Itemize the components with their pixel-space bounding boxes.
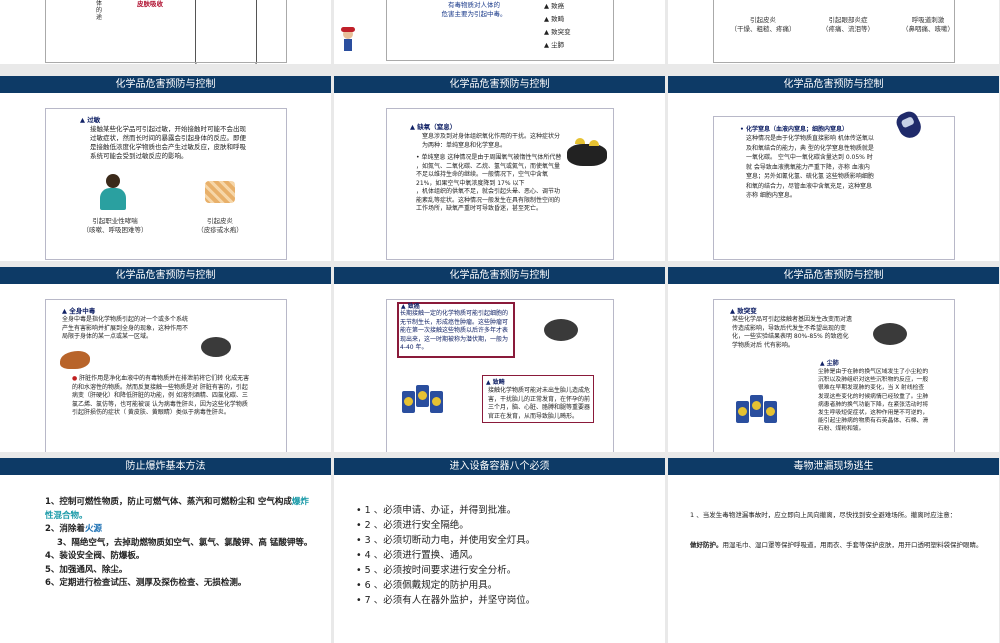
slide-r0c1[interactable]: 有毒物质对人体的 危害主要为引起中毒。 ▲ 致癌 ▲ 致畸 ▲ 致突变 ▲ 尘肺 — [334, 0, 665, 64]
skin-icon — [205, 181, 235, 203]
slide-header: 毒物泄漏现场逃生 — [668, 458, 999, 475]
bullet-item: ▲ 尘肺 — [544, 41, 565, 49]
caption-respiratory: 呼吸道刺激 （鼻咽痛、咳嗽） — [902, 16, 954, 33]
section-title-2: ▲ 尘肺 — [820, 360, 839, 367]
list-item: • 5 、必须按时间要求进行安全分析。 — [356, 565, 517, 576]
bacteria-icon — [873, 323, 907, 345]
list-item: • 6 、必须佩戴规定的防护用具。 — [356, 580, 498, 591]
body-text-1: 某些化学品可引起接触者基因发生改变而对遗传造成影响，导致后代发生不希望出现的变化… — [732, 316, 853, 349]
slide-r2c1[interactable]: 化学品危害预防与控制 ▲ 致癌 长期接触一定的化学物质可能引起细胞的无节制生长，… — [334, 267, 665, 452]
body-text-2: 尘肺是由于在肺的换气区域发生了小尘粒的沉积以及肺组织对这些沉积物的反应，一般很难… — [818, 369, 929, 433]
escape-item-1: 1 、当发生毒物泄漏事故时，应立即向上风向撤离，尽快找到安全避难场所。撤离时应注… — [690, 511, 957, 519]
list-item: • 4 、必须进行置换、通风。 — [356, 550, 479, 561]
slide-header: 化学品危害预防与控制 — [668, 267, 999, 284]
caption-eye: 引起眼部炎症 （疼痛、流泪等） — [822, 16, 874, 33]
slide-r3c2[interactable]: 毒物泄漏现场逃生 1 、当发生毒物泄漏事故时，应立即向上风向撤离，尽快找到安全避… — [668, 458, 999, 643]
list-item: 4、装设安全阀、防爆板。 — [45, 551, 145, 561]
section-title: • 化学窒息（血液内窒息；细胞内窒息） — [740, 126, 848, 133]
section-title: ▲ 过敏 — [80, 116, 101, 124]
body-text-2: • 单纯窒息 这种情况是由于周围氧气被惰性气体所代替 ，如氮气、二氧化碳、乙烷、… — [416, 154, 562, 212]
section-title-2: ▲ 致畸 — [486, 379, 505, 386]
slide-r0c0[interactable]: 体的途 皮肤吸收 — [0, 0, 331, 64]
workers-icon — [567, 138, 607, 168]
mascot-icon — [340, 27, 356, 55]
list-item: 1、控制可燃性物质，防止可燃气体、蒸汽和可燃粉尘和 空气构成爆炸性混合物。 — [45, 497, 309, 521]
bullet-item: ▲ 致癌 — [544, 2, 565, 10]
section-title: ▲ 致突变 — [730, 307, 757, 315]
section-title: ▲ 缺氧（窒息） — [410, 123, 457, 131]
caption-asthma: 引起职业性哮喘 （咳嗽、呼吸困难等） — [82, 217, 148, 234]
chemical-barrels-icon — [402, 377, 452, 417]
vessel-entry-rules-list: • 1 、必须申请、办证，并得到批准。 • 2 、必须进行安全隔绝。 • 3 、… — [356, 503, 656, 608]
body-text-1: 窒息涉及到对身体组织氧化作用的干扰。这种症状分为两种：单纯窒息和化学窒息。 — [422, 133, 561, 149]
slide-header: 化学品危害预防与控制 — [0, 76, 331, 93]
body-text-1: 长期接触一定的化学物质可能引起细胞的无节制生长，形成癌性肿瘤。这些肿瘤可能在第一… — [400, 310, 509, 351]
bullet-item: ▲ 致突变 — [544, 28, 571, 36]
body-text-2: 接触化学物质可能对未出生胎儿造成危害，干扰胎儿的正常发育，在怀孕的前三个月，脑、… — [488, 387, 591, 420]
caption-dermatitis: 引起皮炎 （皮疹或水疱） — [197, 217, 243, 234]
caption-skin: 引起皮炎 （干燥、粗糙、疼痛） — [730, 16, 796, 33]
slide-header: 进入设备容器八个必须 — [334, 458, 665, 475]
coughing-person-icon — [97, 174, 131, 212]
list-item: • 3 、必须切断动力电，并使用安全灯具。 — [356, 535, 536, 546]
list-item: 3、隔绝空气，去掉助燃物质如空气、氯气、氯酸钾、高 锰酸钾等。 — [57, 537, 313, 548]
slide-frame — [45, 0, 287, 63]
slide-header: 化学品危害预防与控制 — [668, 76, 999, 93]
explosion-prevention-list: 1、控制可燃性物质，防止可燃气体、蒸汽和可燃粉尘和 空气构成爆炸性混合物。 2、… — [45, 496, 315, 591]
slide-header: 化学品危害预防与控制 — [334, 267, 665, 284]
body-text-2: ● 肝脏作用是净化血液中的有毒物质并在排泄前将它们转 化成无害的和水溶性的物质。… — [72, 375, 250, 416]
list-item: 6、定期进行检查试压、测厚及探伤检查、无损检测。 — [45, 578, 247, 588]
list-item: 2、消除着火源 — [45, 524, 102, 534]
bullet-item: ▲ 致畸 — [544, 15, 565, 23]
list-item: • 1 、必须申请、办证，并得到批准。 — [356, 505, 517, 516]
slide-r1c2[interactable]: 化学品危害预防与控制 • 化学窒息（血液内窒息；细胞内窒息） 这种情况是由于化学… — [668, 76, 999, 261]
escape-item-2: 做好防护。用湿毛巾、湿口罩等保护呼吸道，用雨衣、手套等保护皮肤，用开口透明塑料袋… — [690, 541, 983, 549]
slide-header: 化学品危害预防与控制 — [0, 267, 331, 284]
slide-r3c1[interactable]: 进入设备容器八个必须 • 1 、必须申请、办证，并得到批准。 • 2 、必须进行… — [334, 458, 665, 643]
slide-r2c2[interactable]: 化学品危害预防与控制 ▲ 致突变 某些化学品可引起接触者基因发生改变而对遗传造成… — [668, 267, 999, 452]
slide-r3c0[interactable]: 防止爆炸基本方法 1、控制可燃性物质，防止可燃气体、蒸汽和可燃粉尘和 空气构成爆… — [0, 458, 331, 643]
liver-icon — [60, 351, 90, 369]
bullet-list: ▲ 致癌 ▲ 致畸 ▲ 致突变 ▲ 尘肺 — [544, 0, 571, 52]
slide-r1c0[interactable]: 化学品危害预防与控制 ▲ 过敏 接触某些化学品可引起过敏，开始接触时可能不会出现… — [0, 76, 331, 261]
slide-r1c1[interactable]: 化学品危害预防与控制 ▲ 缺氧（窒息） 窒息涉及到对身体组织氧化作用的干扰。这种… — [334, 76, 665, 261]
slide-r2c0[interactable]: 化学品危害预防与控制 ▲ 全身中毒 全身中毒是指化学物质引起的对一个或多个系统产… — [0, 267, 331, 452]
body-text: 接触某些化学品可引起过敏，开始接触时可能不会出现过敏症状，然而长时间的暴露会引起… — [90, 125, 246, 160]
slide-header: 化学品危害预防与控制 — [334, 76, 665, 93]
body-text: 这种情况是由于化学物质直接影响 机体传送氧以及和氧结合的能力，典 型的化学窒息性… — [746, 135, 874, 199]
body-text-1: 全身中毒是指化学物质引起的对一个或多个系统产生有害影响并扩展到全身的现象，这种作… — [62, 316, 189, 340]
section-title: ▲ 全身中毒 — [62, 307, 96, 315]
list-item: 5、加强通风、除尘。 — [45, 564, 128, 575]
bacteria-icon — [544, 319, 578, 341]
center-text: 有毒物质对人体的 危害主要为引起中毒。 — [441, 1, 507, 18]
list-item: • 7 、必须有人在器外监护，并坚守岗位。 — [356, 595, 536, 606]
bacteria-icon — [201, 337, 231, 357]
slide-r0c2[interactable]: 引起皮炎 （干燥、粗糙、疼痛） 引起眼部炎症 （疼痛、流泪等） 呼吸道刺激 （鼻… — [668, 0, 999, 64]
slide-header: 防止爆炸基本方法 — [0, 458, 331, 475]
list-item: • 2 、必须进行安全隔绝。 — [356, 520, 469, 531]
chemical-barrels-icon — [736, 387, 786, 427]
